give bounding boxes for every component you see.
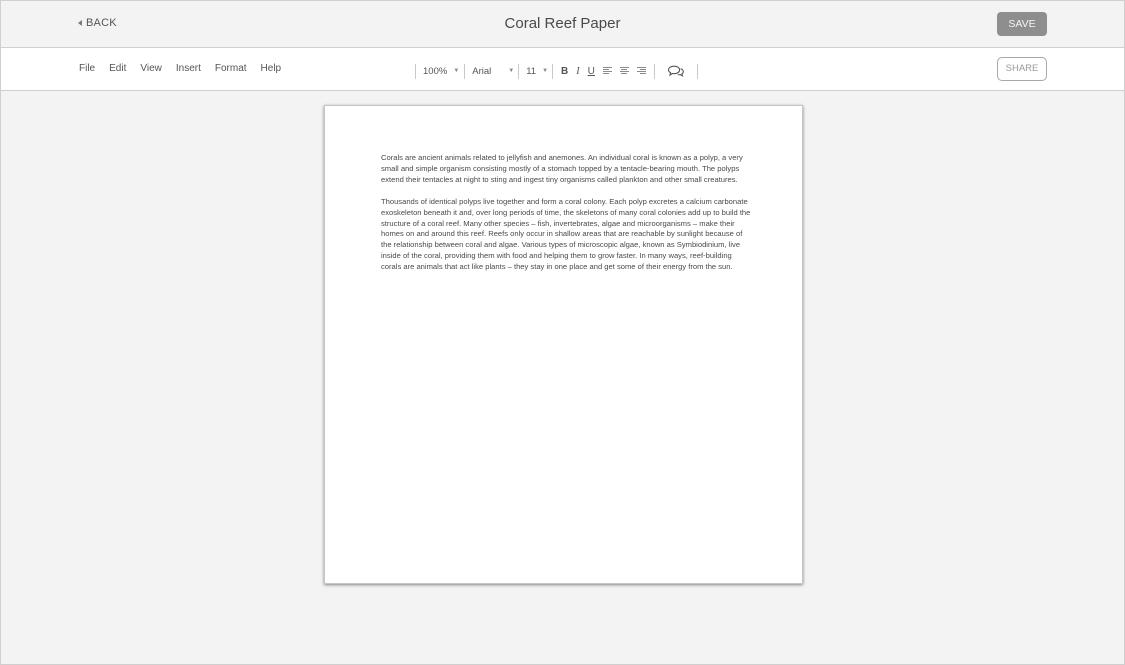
document-title: Coral Reef Paper [504,15,621,32]
document-page: Corals are ancient animals related to je… [324,105,803,584]
align-left-icon[interactable] [602,67,612,75]
formatting-controls: 100% ▼ Arial ▼ 11 ▼ B I U [415,63,698,79]
save-button[interactable]: SAVE [997,12,1047,36]
bold-button[interactable]: B [557,66,572,77]
document-body[interactable]: Corals are ancient animals related to je… [381,153,751,284]
align-right-icon[interactable] [636,67,646,75]
menu-help[interactable]: Help [261,63,282,74]
menu-file[interactable]: File [79,63,95,74]
menu-format[interactable]: Format [215,63,247,74]
paragraph: Thousands of identical polyps live toget… [381,196,751,272]
font-family-value: Arial [472,65,492,77]
toolbar-divider [696,63,698,79]
underline-button[interactable]: U [584,66,599,77]
chevron-down-icon: ▼ [542,68,549,74]
editor-toolbar: File Edit View Insert Format Help 100% ▼… [1,48,1124,91]
zoom-select[interactable]: 100% ▼ [416,66,464,77]
font-family-select[interactable]: Arial ▼ [465,66,518,77]
chevron-down-icon: ▼ [453,68,460,74]
menu-bar: File Edit View Insert Format Help [79,63,295,74]
comment-icon[interactable] [655,65,697,77]
menu-insert[interactable]: Insert [176,63,201,74]
toolbar-divider [552,63,554,79]
app-header: BACK Coral Reef Paper SAVE [1,1,1124,48]
chevron-down-icon: ▼ [508,68,515,74]
font-size-select[interactable]: 11 ▼ [519,66,552,77]
menu-view[interactable]: View [140,63,162,74]
zoom-value: 100% [423,65,448,77]
menu-edit[interactable]: Edit [109,63,126,74]
italic-button[interactable]: I [572,66,583,77]
align-center-icon[interactable] [619,67,629,75]
paragraph: Corals are ancient animals related to je… [381,153,743,184]
share-button[interactable]: SHARE [997,57,1047,81]
font-size-value: 11 [526,65,537,77]
